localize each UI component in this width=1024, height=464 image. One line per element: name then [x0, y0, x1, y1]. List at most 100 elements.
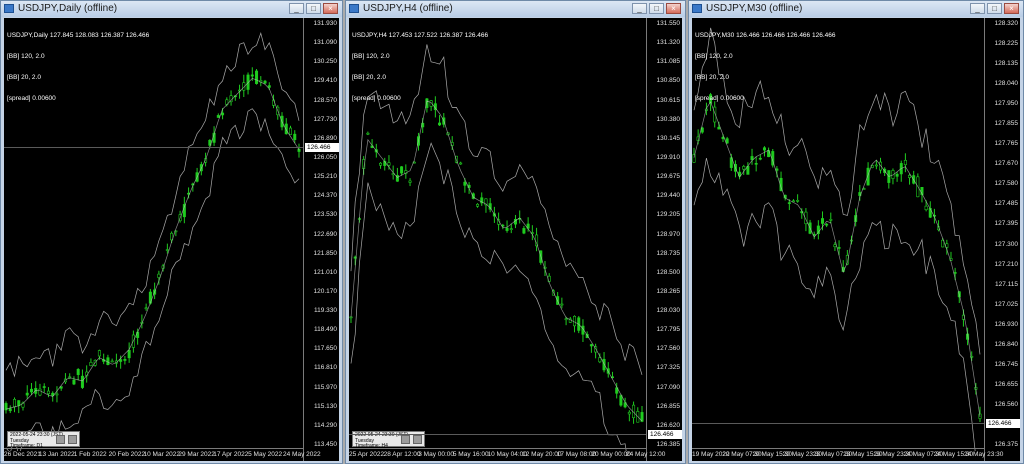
candle-body — [928, 208, 932, 218]
close-button[interactable]: × — [323, 3, 338, 14]
time-axis[interactable]: 19 May 2022 20 May 07:30 20 May 15:30 20 Ma… — [692, 448, 1003, 461]
indicator-line: [BB] 120, 2.0 — [352, 53, 390, 60]
chart-window-h4[interactable]: USDJPY,H4 (offline) _ □ × USDJPY,H4 127.… — [345, 0, 686, 464]
price-tick-label: 115.130 — [313, 402, 337, 410]
price-tick-label: 127.485 — [994, 200, 1019, 208]
price-tick-label: 119.330 — [313, 307, 337, 315]
price-tick-label: 129.440 — [656, 192, 681, 200]
candle-body — [165, 249, 169, 251]
time-tick-label: 10 May 04:00 — [487, 451, 527, 458]
candle-body — [250, 74, 254, 77]
chart-area[interactable]: USDJPY,Daily 127.845 128.083 126.387 126… — [4, 18, 339, 461]
time-axis[interactable]: 26 Dec 2021 13 Jan 2022 1 Feb 2022 20 Feb 2… — [4, 448, 321, 461]
panel-button[interactable] — [56, 435, 65, 444]
price-tick-label: 122.690 — [313, 230, 338, 238]
candle-body — [123, 359, 127, 361]
panel-button[interactable] — [413, 435, 422, 444]
price-tick-label: 129.910 — [656, 153, 681, 161]
indicator-line: [BB] 20, 2.0 — [695, 74, 729, 81]
candle-body — [267, 85, 271, 88]
candle-body — [42, 386, 46, 388]
price-tick-label: 130.850 — [656, 77, 681, 85]
candle-body — [825, 223, 829, 226]
price-tick-label: 125.210 — [313, 173, 338, 181]
candle-body — [505, 227, 509, 231]
candle-body — [833, 244, 837, 248]
price-tick-label: 130.615 — [656, 96, 681, 104]
close-button[interactable]: × — [666, 3, 681, 14]
candle-body — [366, 132, 370, 135]
time-tick-label: 26 Dec 2021 — [4, 451, 41, 458]
price-tick-label: 114.290 — [313, 421, 337, 429]
price-tick-label: 128.040 — [994, 80, 1019, 88]
maximize-button[interactable]: □ — [649, 3, 664, 14]
candle-body — [908, 174, 912, 178]
candle-body — [787, 202, 791, 204]
price-tick-label: 115.970 — [313, 383, 337, 391]
title-bar[interactable]: USDJPY,M30 (offline) _ □ × — [689, 1, 1023, 17]
candle-body — [459, 162, 463, 165]
price-tick-label: 127.210 — [994, 260, 1019, 268]
candle-body — [758, 157, 762, 160]
price-axis[interactable]: 128.320 128.225 128.135 128.040 127.950 127.8… — [984, 18, 1020, 461]
candle-body — [509, 228, 513, 230]
panel-button[interactable] — [401, 435, 410, 444]
price-tick-label: 127.325 — [656, 364, 681, 372]
candle-body — [750, 156, 754, 160]
candle-body — [76, 369, 80, 375]
bollinger-band-line — [350, 100, 643, 422]
candle-body — [564, 318, 568, 321]
chart-window-daily[interactable]: USDJPY,Daily (offline) _ □ × USDJPY,Dail… — [0, 0, 343, 464]
minimize-button[interactable]: _ — [289, 3, 304, 14]
candle-body — [106, 357, 110, 365]
close-button[interactable]: × — [1004, 3, 1019, 14]
time-tick-label: 24 May 23:30 — [964, 451, 1004, 458]
price-tick-label: 127.300 — [994, 240, 1019, 248]
candle-body — [573, 316, 577, 327]
candle-body — [400, 166, 404, 174]
candle-body — [895, 173, 899, 177]
indicator-line: [BB] 120, 2.0 — [695, 53, 733, 60]
chart-area[interactable]: USDJPY,H4 127.453 127.522 126.387 126.46… — [349, 18, 682, 461]
price-tick-label: 126.855 — [656, 402, 681, 410]
time-tick-label: 28 Apr 12:00 — [383, 451, 421, 458]
panel-button[interactable] — [68, 435, 77, 444]
title-bar[interactable]: USDJPY,H4 (offline) _ □ × — [346, 1, 685, 17]
price-tick-label: 113.450 — [313, 441, 337, 448]
time-tick-label: 12 May 20:00 — [522, 451, 562, 458]
price-tick-label: 131.085 — [656, 58, 681, 66]
price-tick-label: 126.840 — [994, 340, 1019, 348]
ohlc-line: USDJPY,Daily 127.845 128.083 126.387 126… — [7, 32, 150, 39]
price-tick-label: 131.320 — [656, 39, 681, 47]
candle-body — [924, 205, 928, 211]
time-tick-label: 1 Feb 2022 — [73, 451, 107, 458]
candle-body — [12, 399, 16, 408]
price-tick-label: 127.730 — [313, 115, 338, 123]
price-tick-label: 126.050 — [313, 153, 338, 161]
price-tick-label: 121.010 — [313, 268, 338, 276]
candle-body — [619, 395, 623, 406]
chart-area[interactable]: USDJPY,M30 126.466 126.466 126.466 126.4… — [692, 18, 1020, 461]
price-axis[interactable]: 131.550 131.320 131.085 130.850 130.615 130.3… — [646, 18, 682, 461]
minimize-button[interactable]: _ — [632, 3, 647, 14]
price-tick-label: 128.500 — [656, 268, 681, 276]
spread-line: [spread] 0.00600 — [352, 95, 401, 102]
title-bar[interactable]: USDJPY,Daily (offline) _ □ × — [1, 1, 342, 17]
price-tick-label: 129.205 — [656, 211, 681, 219]
time-tick-label: 3 May 00:00 — [418, 451, 455, 458]
indicator-line: [BB] 20, 2.0 — [7, 74, 41, 81]
price-tick-label: 128.135 — [994, 60, 1019, 68]
time-axis[interactable]: 25 Apr 2022 28 Apr 12:00 3 May 00:00 5 May … — [349, 448, 665, 461]
candle-body — [25, 392, 29, 396]
candle-body — [97, 350, 101, 357]
maximize-button[interactable]: □ — [987, 3, 1002, 14]
maximize-button[interactable]: □ — [306, 3, 321, 14]
candle-body — [387, 162, 391, 166]
minimize-button[interactable]: _ — [970, 3, 985, 14]
bollinger-band-line — [693, 158, 976, 451]
chart-window-m30[interactable]: USDJPY,M30 (offline) _ □ × USDJPY,M30 12… — [688, 0, 1024, 464]
candle-body — [263, 80, 267, 84]
candle-body — [216, 115, 220, 118]
price-tick-label: 123.530 — [313, 211, 338, 219]
price-axis[interactable]: 131.930 131.090 130.250 129.410 128.570 127.7… — [303, 18, 339, 461]
